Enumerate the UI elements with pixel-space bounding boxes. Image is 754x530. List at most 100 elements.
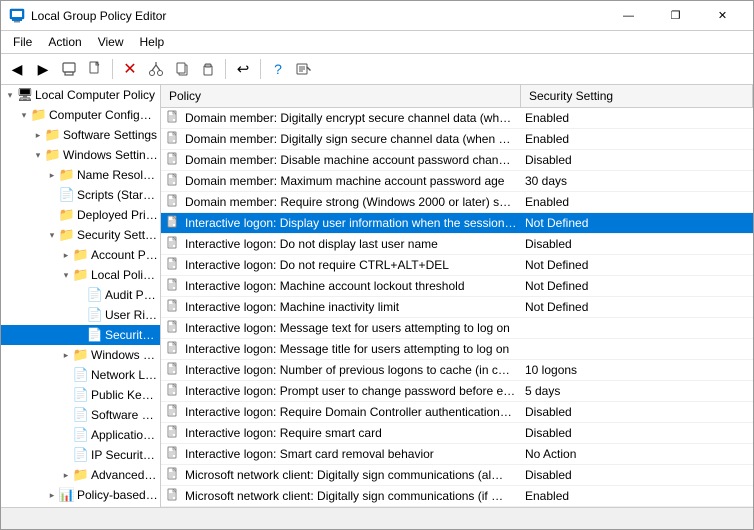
- tree-item-local-policies[interactable]: ▾ 📁 Local Policies: [1, 265, 160, 285]
- menu-help[interactable]: Help: [132, 33, 173, 51]
- menu-action[interactable]: Action: [40, 33, 89, 51]
- icon-ip-security: 📄: [73, 447, 89, 463]
- tree-item-name-resolution[interactable]: ▸ 📁 Name Resolutio…: [1, 165, 160, 185]
- tree-item-public-key[interactable]: 📄 Public Key Po…: [1, 385, 160, 405]
- icon-computer-configuration: 📁: [31, 107, 47, 123]
- list-row[interactable]: Domain member: Digitally sign secure cha…: [161, 129, 753, 150]
- list-row[interactable]: Interactive logon: Do not require CTRL+A…: [161, 255, 753, 276]
- tree-item-ip-security[interactable]: 📄 IP Security Po…: [1, 445, 160, 465]
- policy-text: Interactive logon: Require Domain Contro…: [185, 405, 512, 419]
- tree-item-security-options[interactable]: 📄 Security C…: [1, 325, 160, 345]
- tree-item-computer-configuration[interactable]: ▾ 📁 Computer Configuration: [1, 105, 160, 125]
- icon-software-settings: 📁: [45, 127, 61, 143]
- list-cell-policy: Microsoft network client: Digitally sign…: [161, 465, 521, 485]
- toggle-user-rights: [73, 310, 87, 320]
- delete-button[interactable]: ✕: [118, 57, 142, 81]
- tree-item-user-rights[interactable]: 📄 User Righ…: [1, 305, 160, 325]
- policy-icon: [165, 341, 181, 357]
- list-cell-policy: Interactive logon: Display user informat…: [161, 213, 521, 233]
- tree-item-advanced-audit[interactable]: ▸ 📁 Advanced Au…: [1, 465, 160, 485]
- help-button[interactable]: ?: [266, 57, 290, 81]
- list-row[interactable]: Domain member: Disable machine account p…: [161, 150, 753, 171]
- up-button[interactable]: [57, 57, 81, 81]
- header-policy[interactable]: Policy: [161, 85, 521, 107]
- list-cell-setting: Disabled: [521, 235, 753, 253]
- policy-text: Interactive logon: Do not display last u…: [185, 237, 438, 251]
- policy-text: Interactive logon: Machine account locko…: [185, 279, 465, 293]
- list-row[interactable]: Domain member: Digitally encrypt secure …: [161, 108, 753, 129]
- close-button[interactable]: ✕: [700, 6, 745, 26]
- menu-file[interactable]: File: [5, 33, 40, 51]
- list-row[interactable]: Interactive logon: Do not display last u…: [161, 234, 753, 255]
- list-cell-setting: Enabled: [521, 109, 753, 127]
- tree-item-audit-policy[interactable]: 📄 Audit Poli…: [1, 285, 160, 305]
- list-row[interactable]: Interactive logon: Number of previous lo…: [161, 360, 753, 381]
- minimize-button[interactable]: —: [606, 6, 651, 26]
- header-setting[interactable]: Security Setting: [521, 85, 753, 107]
- policy-icon: [165, 257, 181, 273]
- tree-item-local-computer-policy[interactable]: ▾ 🖥 Local Computer Policy: [1, 85, 160, 105]
- icon-application: 📄: [73, 427, 89, 443]
- tree-item-policy-based-qos[interactable]: ▸ 📊 Policy-based Qo…: [1, 485, 160, 505]
- copy-button[interactable]: [170, 57, 194, 81]
- forward-button[interactable]: ▶: [31, 57, 55, 81]
- tree-item-network-list[interactable]: 📄 Network List…: [1, 365, 160, 385]
- toggle-software-rest: [59, 410, 73, 420]
- window-controls: — ❐ ✕: [606, 6, 745, 26]
- list-cell-setting: Enabled: [521, 130, 753, 148]
- tree-item-account-policies[interactable]: ▸ 📁 Account Poli…: [1, 245, 160, 265]
- list-row[interactable]: Domain member: Require strong (Windows 2…: [161, 192, 753, 213]
- list-cell-setting: Disabled: [521, 424, 753, 442]
- paste-button[interactable]: [196, 57, 220, 81]
- list-cell-setting: Disabled: [521, 403, 753, 421]
- tree-item-scripts-startup[interactable]: 📄 Scripts (Startup/S…: [1, 185, 160, 205]
- policy-icon: [165, 236, 181, 252]
- list-row[interactable]: Interactive logon: Display user informat…: [161, 213, 753, 234]
- policy-text: Microsoft network client: Digitally sign…: [185, 468, 503, 482]
- tree-item-windows-settings[interactable]: ▾ 📁 Windows Settings: [1, 145, 160, 165]
- list-row[interactable]: Interactive logon: Prompt user to change…: [161, 381, 753, 402]
- label-public-key: Public Key Po…: [91, 388, 158, 402]
- list-row[interactable]: Microsoft network client: Digitally sign…: [161, 465, 753, 486]
- label-ip-security: IP Security Po…: [91, 448, 158, 462]
- tree-item-security-settings[interactable]: ▾ 📁 Security Settings: [1, 225, 160, 245]
- policy-text: Interactive logon: Smart card removal be…: [185, 447, 434, 461]
- list-row[interactable]: Interactive logon: Message title for use…: [161, 339, 753, 360]
- label-security-options: Security C…: [105, 328, 158, 342]
- list-row[interactable]: Interactive logon: Machine inactivity li…: [161, 297, 753, 318]
- icon-software-rest: 📄: [73, 407, 89, 423]
- list-row[interactable]: Interactive logon: Message text for user…: [161, 318, 753, 339]
- back-button[interactable]: ◀: [5, 57, 29, 81]
- undo-button[interactable]: ↩: [231, 57, 255, 81]
- list-row[interactable]: Interactive logon: Require Domain Contro…: [161, 402, 753, 423]
- toggle-name-resolution: ▸: [45, 170, 59, 181]
- list-cell-policy: Interactive logon: Number of previous lo…: [161, 360, 521, 380]
- restore-button[interactable]: ❐: [653, 6, 698, 26]
- policy-icon: [165, 404, 181, 420]
- label-software-rest: Software Rest…: [91, 408, 158, 422]
- tree-item-deployed-printer[interactable]: 📁 Deployed Printer…: [1, 205, 160, 225]
- icon-local-policies: 📁: [73, 267, 89, 283]
- list-row[interactable]: Microsoft network client: Digitally sign…: [161, 486, 753, 507]
- title-bar: Local Group Policy Editor — ❐ ✕: [1, 1, 753, 31]
- policy-text: Interactive logon: Do not require CTRL+A…: [185, 258, 449, 272]
- list-row[interactable]: Interactive logon: Require smart cardDis…: [161, 423, 753, 444]
- tree-item-software-rest[interactable]: 📄 Software Rest…: [1, 405, 160, 425]
- list-row[interactable]: Domain member: Maximum machine account p…: [161, 171, 753, 192]
- cut-button[interactable]: [144, 57, 168, 81]
- policy-text: Interactive logon: Message text for user…: [185, 321, 510, 335]
- menu-view[interactable]: View: [90, 33, 132, 51]
- list-panel: Policy Security Setting Domain member: D…: [161, 85, 753, 507]
- tree-item-application[interactable]: 📄 Application C…: [1, 425, 160, 445]
- list-row[interactable]: Interactive logon: Smart card removal be…: [161, 444, 753, 465]
- label-name-resolution: Name Resolutio…: [77, 168, 158, 182]
- policy-icon: [165, 110, 181, 126]
- new-doc-button[interactable]: [83, 57, 107, 81]
- list-row[interactable]: Interactive logon: Machine account locko…: [161, 276, 753, 297]
- list-cell-policy: Interactive logon: Do not require CTRL+A…: [161, 255, 521, 275]
- tree-item-windows-firewall[interactable]: ▸ 📁 Windows Fire…: [1, 345, 160, 365]
- properties-button[interactable]: [292, 57, 316, 81]
- label-network-list: Network List…: [91, 368, 158, 382]
- tree-item-software-settings[interactable]: ▸ 📁 Software Settings: [1, 125, 160, 145]
- toggle-windows-settings: ▾: [31, 150, 45, 161]
